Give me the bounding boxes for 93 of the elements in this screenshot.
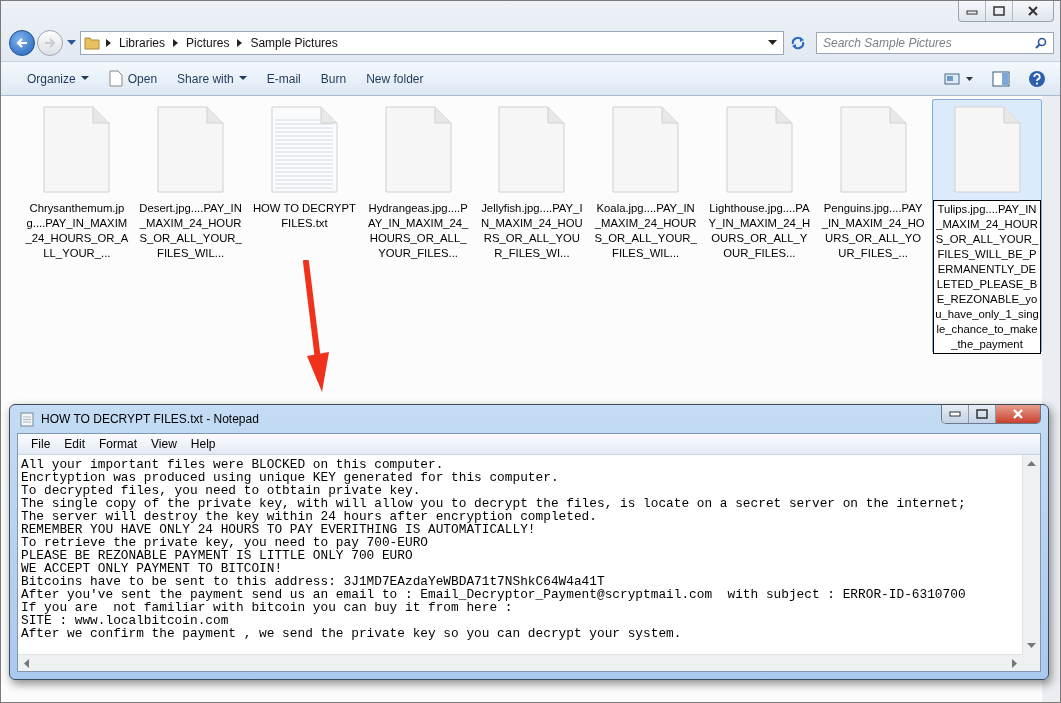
pane-icon xyxy=(992,70,1010,87)
file-name: Penguins.jpg....PAY_IN_MAXIM_24_HOURS_OR_ALL_YOUR_FILES_... xyxy=(820,201,926,261)
text-line: To retrieve the private key, you need to pay 700-EURO xyxy=(21,536,429,549)
address-bar[interactable]: Libraries Pictures Sample Pictures xyxy=(80,31,784,55)
view-options-button[interactable] xyxy=(942,70,976,87)
file-item[interactable]: Penguins.jpg....PAY_IN_MAXIM_24_HOURS_OR_ALL_YOUR_FILES_... xyxy=(818,99,928,263)
help-icon xyxy=(1028,69,1046,88)
file-item[interactable]: Jellyfish.jpg....PAY_IN_MAXIM_24_HOURS_OR_ALL_YOUR_FILES_WI... xyxy=(477,99,587,263)
text-line: After you've sent the payment send us an email to : Email_Decryptor_Payment@scryptmail.com with subject : ERROR-ID-6310700 xyxy=(21,588,967,601)
breadcrumb-item[interactable]: Sample Pictures xyxy=(250,36,338,50)
file-name: Lighthouse.jpg....PAY_IN_MAXIM_24_HOURS_OR_ALL_YOUR_FILES... xyxy=(707,201,812,261)
text-line: The single copy of the private key, with will allow you to decrypt the files, is locate on a secret server on the internet; xyxy=(21,497,967,510)
menu-item[interactable]: Help xyxy=(183,437,223,451)
horizontal-scrollbar[interactable] xyxy=(18,654,1023,671)
breadcrumb-item[interactable]: Libraries xyxy=(119,36,166,50)
breadcrumb-item[interactable]: Pictures xyxy=(186,36,230,50)
file-name: Jellyfish.jpg....PAY_IN_MAXIM_24_HOURS_OR_ALL_YOUR_FILES_WI... xyxy=(480,201,584,261)
text-line: After we confirm the payment , we send the private key so you can decrypt your system. xyxy=(21,627,683,640)
file-item[interactable]: Tulips.jpg....PAY_IN_MAXIM_24_HOURS_OR_ALL_YOUR_FILES_WILL_BE_PERMANENTLY_DELETED_PLEASE_BE_REZONABLE_you_have_only_1_single_chance_to_make_the_payment xyxy=(932,99,1042,353)
menu-item[interactable]: Edit xyxy=(57,437,93,451)
blank-file-icon xyxy=(384,106,452,193)
left-arrow-icon[interactable] xyxy=(24,658,29,668)
minimize-button[interactable] xyxy=(942,405,968,423)
history-caret-icon[interactable] xyxy=(67,40,76,46)
blank-file-icon xyxy=(157,106,225,193)
minimize-icon xyxy=(949,411,961,417)
menu-item[interactable]: Format xyxy=(92,437,145,451)
chevron-icon xyxy=(237,39,243,47)
chevron-icon xyxy=(173,39,179,47)
caret-icon[interactable] xyxy=(768,40,777,46)
blank-file-icon xyxy=(612,106,680,193)
minimize-icon xyxy=(966,7,978,15)
toolbar-button[interactable]: E-mail xyxy=(256,67,311,90)
menu-item[interactable]: View xyxy=(144,437,184,451)
file-item[interactable]: Desert.jpg....PAY_IN_MAXIM_24_HOURS_OR_ALL_YOUR_FILES_WIL... xyxy=(135,99,246,263)
text-line: All your important files were BLOCKED on this computer. xyxy=(21,458,445,471)
text-line: Encrtyption was produced using unique KEY generated for this computer. xyxy=(21,471,560,484)
caret-icon xyxy=(238,76,247,81)
text-line: WE ACCEPT ONLY PAYMENT TO BITCOIN! xyxy=(21,562,284,575)
blank-file-icon xyxy=(953,106,1021,193)
back-button[interactable] xyxy=(9,30,35,56)
maximize-icon xyxy=(993,6,1005,16)
maximize-button[interactable] xyxy=(968,405,995,423)
close-icon xyxy=(1027,6,1039,16)
file-item[interactable]: Koala.jpg....PAY_IN_MAXIM_24_HOURS_OR_ALL_YOUR_FILES_WIL... xyxy=(590,99,701,263)
text-line: Bitcoins have to be sent to this address: 3J1MD7EAzdaYeWBDA71t7NShkC64W4a41T xyxy=(21,575,606,588)
document-icon xyxy=(108,70,123,87)
up-arrow-icon[interactable] xyxy=(1027,461,1036,466)
close-button[interactable] xyxy=(995,405,1040,423)
file-name: Tulips.jpg....PAY_IN_MAXIM_24_HOURS_OR_ALL_YOUR_FILES_WILL_BE_PERMANENTLY_DELETED_PLEASE_BE_REZONABLE_you_have_only_1_single_chance_to_make_the_payment xyxy=(933,200,1041,354)
toolbar-button[interactable]: Share with xyxy=(167,67,257,90)
chevron-icon xyxy=(106,39,111,47)
file-name: HOW TO DECRYPT FILES.txt xyxy=(251,201,357,231)
text-line: The server will destroy the key within 24 hours after encryption completed. xyxy=(21,510,598,523)
blank-file-icon xyxy=(498,106,566,193)
file-item[interactable]: HOW TO DECRYPT FILES.txt xyxy=(249,99,360,233)
search-icon xyxy=(1035,37,1047,49)
search-field[interactable]: Search Sample Pictures xyxy=(816,32,1054,54)
toolbar-button[interactable]: New folder xyxy=(356,67,434,90)
forward-arrow-icon xyxy=(43,36,57,50)
file-item[interactable]: Chrysanthemum.jpg....PAY_IN_MAXIM_24_HOURS_OR_ALL_YOUR_... xyxy=(22,99,132,263)
vertical-scrollbar[interactable] xyxy=(1022,455,1040,654)
notepad-icon xyxy=(19,411,35,427)
file-name: Desert.jpg....PAY_IN_MAXIM_24_HOURS_OR_ALL_YOUR_FILES_WIL... xyxy=(138,201,243,261)
back-arrow-icon xyxy=(15,36,29,50)
view-icon xyxy=(944,72,974,85)
toolbar-button[interactable]: Organize xyxy=(17,67,99,90)
file-item[interactable]: Lighthouse.jpg....PAY_IN_MAXIM_24_HOURS_OR_ALL_YOUR_FILES... xyxy=(704,99,815,263)
blank-file-icon xyxy=(839,106,907,193)
preview-pane-button[interactable] xyxy=(990,68,1012,89)
window-title: HOW TO DECRYPT FILES.txt - Notepad xyxy=(41,412,260,426)
file-name: Chrysanthemum.jpg....PAY_IN_MAXIM_24_HOURS_OR_ALL_YOUR_... xyxy=(24,201,130,261)
file-name: Koala.jpg....PAY_IN_MAXIM_24_HOURS_OR_ALL_YOUR_FILES_WIL... xyxy=(593,201,698,261)
text-line: If you are not familiar with bitcoin you can buy it from here : xyxy=(21,601,513,614)
file-name: Hydrangeas.jpg....PAY_IN_MAXIM_24_HOURS_OR_ALL_YOUR_FILES... xyxy=(367,201,470,261)
down-arrow-icon[interactable] xyxy=(1027,643,1036,648)
right-arrow-icon[interactable] xyxy=(1012,658,1017,668)
toolbar-button[interactable]: Burn xyxy=(310,67,357,90)
blank-file-icon xyxy=(43,106,111,193)
blank-file-icon xyxy=(725,106,793,193)
refresh-icon xyxy=(790,36,806,50)
text-line: PLEASE BE REZONABLE PAYMENT IS LITTLE ONLY 700 EURO xyxy=(21,549,414,562)
folder-icon xyxy=(84,36,100,50)
file-item[interactable]: Hydrangeas.jpg....PAY_IN_MAXIM_24_HOURS_OR_ALL_YOUR_FILES... xyxy=(363,99,473,263)
caret-icon xyxy=(80,76,89,81)
toolbar-button[interactable]: Open xyxy=(98,66,168,91)
text-line: REMEMBER YOU HAVE ONLY 24 HOURS TO PAY EVERITHING IS AUTOMATICALLY! xyxy=(21,523,536,536)
close-icon xyxy=(1012,409,1024,419)
menu-item[interactable]: File xyxy=(24,437,58,451)
text-file-icon xyxy=(270,106,338,193)
maximize-icon xyxy=(976,409,988,419)
text-line: SITE : www.localbitcoin.com xyxy=(21,614,230,627)
text-line: To decrypted files, you need to otbtain private key. xyxy=(21,484,422,497)
